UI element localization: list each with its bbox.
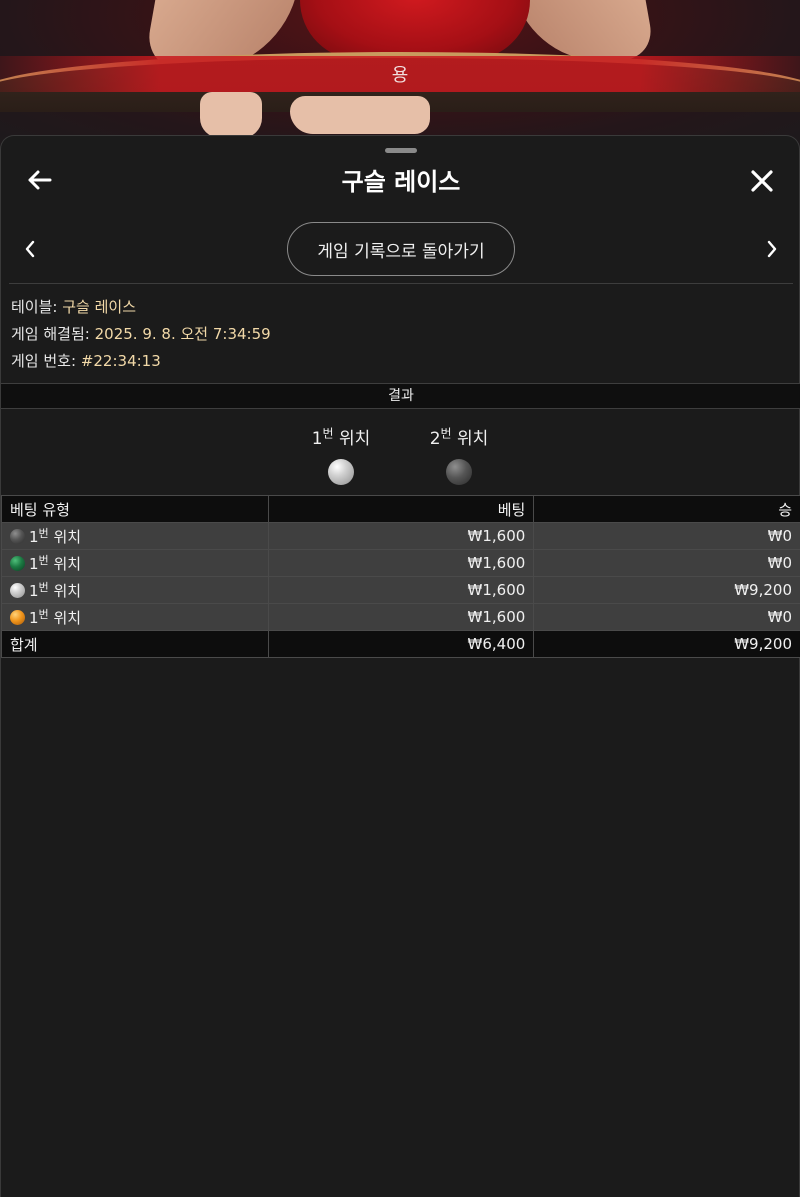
- position-label: 위치: [457, 429, 489, 449]
- position-label: 위치: [339, 429, 371, 449]
- position-number: 1: [29, 609, 39, 627]
- table-label: 테이블:: [11, 298, 58, 316]
- position-number: 1: [311, 429, 323, 449]
- game-history-detail-panel: 구슬 레이스 게임 기록으로 돌아가기 테이블: 구슬 레이스 게임 해결됨:: [0, 135, 800, 1197]
- silver-ball-icon: [10, 583, 25, 598]
- position-label: 위치: [53, 582, 82, 600]
- close-button[interactable]: [745, 164, 779, 198]
- divider: [9, 283, 793, 284]
- table-row: 1번 위치 ₩1,600 ₩0: [1, 603, 800, 631]
- resolved-value: 2025. 9. 8. 오전 7:34:59: [94, 325, 271, 343]
- game-number-value: #22:34:13: [80, 352, 161, 370]
- bet-type-cell: 1번 위치: [1, 549, 269, 577]
- resolved-label: 게임 해결됨:: [11, 325, 90, 343]
- column-header-win: 승: [533, 495, 800, 523]
- bets-table: 베팅 유형 베팅 승 1번 위치 ₩1,600 ₩0 1번 위치 ₩1,600 …: [1, 495, 800, 658]
- green-ball-icon: [10, 556, 25, 571]
- table-value: 구슬 레이스: [62, 298, 137, 316]
- win-amount-cell: ₩0: [533, 549, 800, 577]
- game-number-row: 게임 번호: #22:34:13: [11, 348, 271, 375]
- position-suffix: 번: [38, 608, 49, 621]
- next-game-button[interactable]: [759, 236, 785, 262]
- bet-amount-cell: ₩1,600: [267, 603, 535, 631]
- dark-gray-ball-icon: [446, 459, 472, 485]
- game-info: 테이블: 구슬 레이스 게임 해결됨: 2025. 9. 8. 오전 7:34:…: [11, 294, 271, 375]
- result-positions: 1번 위치 2번 위치: [1, 424, 800, 496]
- table-info-row: 테이블: 구슬 레이스: [11, 294, 271, 321]
- column-header-bet-type: 베팅 유형: [1, 495, 269, 523]
- table-row: 1번 위치 ₩1,600 ₩9,200: [1, 576, 800, 604]
- dealer-hand-right: [290, 96, 430, 134]
- chevron-right-icon: [767, 240, 777, 258]
- position-label: 위치: [53, 609, 82, 627]
- bet-type-cell: 1번 위치: [1, 603, 269, 631]
- table-row: 1번 위치 ₩1,600 ₩0: [1, 549, 800, 577]
- position-suffix: 번: [38, 581, 49, 594]
- game-number-label: 게임 번호:: [11, 352, 77, 370]
- bet-type-cell: 1번 위치: [1, 576, 269, 604]
- chevron-left-icon: [25, 240, 35, 258]
- column-header-bet: 베팅: [267, 495, 535, 523]
- table-header-row: 베팅 유형 베팅 승: [1, 495, 800, 523]
- bet-amount-cell: ₩1,600: [267, 576, 535, 604]
- drag-handle[interactable]: [385, 148, 417, 153]
- bet-type-cell: 1번 위치: [1, 522, 269, 550]
- position-label: 위치: [53, 555, 82, 573]
- bet-amount-cell: ₩1,600: [267, 522, 535, 550]
- table-total-row: 합계 ₩6,400 ₩9,200: [1, 630, 800, 658]
- win-amount-cell: ₩9,200: [533, 576, 800, 604]
- position-suffix: 번: [440, 426, 452, 441]
- close-icon: [751, 170, 773, 192]
- position-number: 2: [429, 429, 441, 449]
- result-section-header: 결과: [1, 383, 800, 409]
- table-banner-text: 용: [391, 65, 409, 86]
- total-bet-cell: ₩6,400: [267, 630, 535, 658]
- bet-amount-cell: ₩1,600: [267, 549, 535, 577]
- orange-ball-icon: [10, 610, 25, 625]
- previous-game-button[interactable]: [17, 236, 43, 262]
- result-position-1: 1번 위치: [281, 424, 401, 485]
- position-number: 1: [29, 555, 39, 573]
- position-number: 1: [29, 582, 39, 600]
- win-amount-cell: ₩0: [533, 603, 800, 631]
- position-suffix: 번: [38, 554, 49, 567]
- position-suffix: 번: [322, 426, 334, 441]
- position-number: 1: [29, 528, 39, 546]
- total-win-cell: ₩9,200: [533, 630, 800, 658]
- dealer-dress: [300, 0, 530, 60]
- silver-ball-icon: [328, 459, 354, 485]
- table-row: 1번 위치 ₩1,600 ₩0: [1, 522, 800, 550]
- table-banner: 용: [0, 56, 800, 92]
- history-nav-row: 게임 기록으로 돌아가기: [1, 222, 800, 278]
- total-label-cell: 합계: [1, 630, 269, 658]
- win-amount-cell: ₩0: [533, 522, 800, 550]
- dark-gray-ball-icon: [10, 529, 25, 544]
- position-suffix: 번: [38, 527, 49, 540]
- resolved-info-row: 게임 해결됨: 2025. 9. 8. 오전 7:34:59: [11, 321, 271, 348]
- result-position-2: 2번 위치: [399, 424, 519, 485]
- panel-header: 구슬 레이스: [1, 154, 800, 204]
- dealer-hand-left: [200, 92, 262, 138]
- position-label: 위치: [53, 528, 82, 546]
- back-to-game-history-button[interactable]: 게임 기록으로 돌아가기: [287, 222, 515, 276]
- dealer-arm-right: [513, 0, 657, 60]
- page-title: 구슬 레이스: [341, 168, 461, 196]
- live-video-feed: 용: [0, 0, 800, 150]
